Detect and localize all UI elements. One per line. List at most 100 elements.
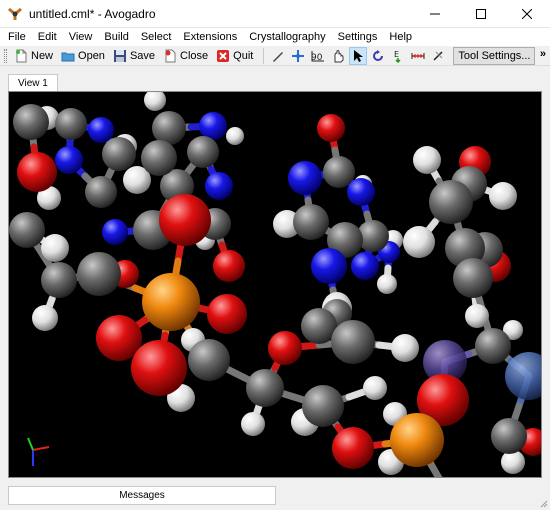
close-button[interactable]: Close (160, 47, 211, 65)
open-button[interactable]: Open (58, 47, 108, 65)
hydrogen-atom[interactable] (501, 450, 525, 474)
carbon-atom[interactable] (55, 108, 87, 140)
close-window-button[interactable] (504, 0, 550, 28)
manipulate-tool-icon (334, 49, 344, 62)
menu-bar: File Edit View Build Select Extensions C… (0, 28, 550, 46)
nitrogen-atom[interactable] (205, 172, 233, 200)
carbon-atom[interactable] (41, 262, 77, 298)
menu-select[interactable]: Select (135, 28, 178, 46)
menu-build[interactable]: Build (98, 28, 134, 46)
carbon-atom[interactable] (102, 137, 136, 171)
nitrogen-atom[interactable] (88, 117, 114, 143)
carbon-atom[interactable] (293, 204, 329, 240)
resize-grip-icon[interactable] (538, 498, 548, 508)
carbon-atom[interactable] (453, 258, 493, 298)
oxygen-atom[interactable] (213, 250, 245, 282)
oxygen-atom[interactable] (317, 114, 345, 142)
close-icon (522, 9, 532, 19)
tool-settings-button[interactable]: Tool Settings... (453, 46, 536, 65)
navigate-tool-button[interactable] (289, 47, 307, 65)
hydrogen-atom[interactable] (377, 274, 397, 294)
carbon-atom[interactable] (246, 369, 284, 407)
hydrogen-atom[interactable] (403, 226, 435, 258)
hydrogen-atom[interactable] (32, 305, 58, 331)
select-tool-button[interactable] (349, 46, 368, 65)
hydrogen-atom[interactable] (489, 182, 517, 210)
manipulate-tool-button[interactable] (329, 47, 347, 65)
measure-tool-icon (411, 52, 425, 59)
carbon-atom[interactable] (77, 252, 121, 296)
hydrogen-atom[interactable] (413, 146, 441, 174)
nitrogen-atom[interactable] (288, 161, 322, 195)
auto-rotate-tool-button[interactable] (369, 47, 387, 65)
nitrogen-atom[interactable] (102, 219, 128, 245)
toolbar-grip[interactable] (4, 48, 7, 63)
quit-button[interactable]: Quit (213, 47, 256, 65)
save-button[interactable]: Save (110, 47, 158, 65)
hydrogen-atom[interactable] (41, 234, 69, 262)
new-file-icon (16, 49, 27, 62)
hydrogen-atom[interactable] (241, 412, 265, 436)
oxygen-atom[interactable] (332, 427, 374, 469)
auto-optimize-tool-button[interactable]: E (389, 47, 407, 65)
align-tool-icon (433, 50, 443, 61)
new-label: New (31, 49, 54, 62)
maximize-icon (476, 9, 486, 19)
molecule-viewport[interactable] (8, 91, 542, 478)
carbon-atom[interactable] (302, 385, 344, 427)
hydrogen-atom[interactable] (465, 304, 489, 328)
nitrogen-atom[interactable] (55, 146, 83, 174)
carbon-atom[interactable] (141, 140, 177, 176)
new-button[interactable]: New (11, 47, 56, 65)
bond-centric-tool-icon: 90 (311, 50, 325, 63)
auto-rotate-tool-icon (373, 49, 384, 61)
carbon-atom[interactable] (331, 320, 375, 364)
molecule-render[interactable] (9, 92, 542, 478)
menu-edit[interactable]: Edit (32, 28, 63, 46)
measure-tool-button[interactable] (409, 47, 427, 65)
maximize-button[interactable] (458, 0, 504, 28)
menu-help[interactable]: Help (383, 28, 418, 46)
title-bar: untitled.cml* - Avogadro (0, 0, 550, 28)
messages-tab[interactable]: Messages (8, 486, 276, 505)
nitrogen-atom[interactable] (199, 112, 227, 140)
hydrogen-atom[interactable] (144, 92, 166, 111)
hydrogen-atom[interactable] (391, 334, 419, 362)
hydrogen-atom[interactable] (363, 376, 387, 400)
draw-tool-button[interactable] (269, 47, 287, 65)
nitrogen-atom[interactable] (351, 252, 379, 280)
oxygen-atom[interactable] (17, 152, 57, 192)
menu-file[interactable]: File (2, 28, 32, 46)
carbon-atom[interactable] (188, 339, 230, 381)
nitrogen-atom[interactable] (311, 248, 347, 284)
carbon-atom[interactable] (13, 104, 49, 140)
oxygen-atom[interactable] (159, 194, 211, 246)
carbon-atom[interactable] (475, 328, 511, 364)
phosphorus-atom[interactable] (390, 413, 444, 467)
quit-icon (217, 49, 230, 62)
align-tool-button[interactable] (429, 47, 447, 65)
oxygen-atom[interactable] (207, 294, 247, 334)
draw-tool-icon (273, 51, 284, 62)
menu-view[interactable]: View (63, 28, 99, 46)
carbon-atom[interactable] (323, 156, 355, 188)
tab-view-1[interactable]: View 1 (8, 74, 58, 92)
toolbar-overflow-button[interactable]: » (540, 48, 546, 60)
carbon-atom[interactable] (85, 176, 117, 208)
menu-crystallography[interactable]: Crystallography (243, 28, 331, 46)
carbon-atom[interactable] (429, 180, 473, 224)
carbon-atom[interactable] (152, 111, 186, 145)
minimize-button[interactable] (412, 0, 458, 28)
menu-extensions[interactable]: Extensions (177, 28, 243, 46)
oxygen-atom[interactable] (268, 331, 302, 365)
hydrogen-atom[interactable] (226, 127, 244, 145)
menu-settings[interactable]: Settings (332, 28, 384, 46)
bond-centric-tool-button[interactable]: 90 (309, 47, 327, 65)
open-folder-icon (61, 52, 75, 61)
phosphorus-atom[interactable] (142, 273, 200, 331)
carbon-atom[interactable] (491, 418, 527, 454)
avogadro-app-icon (8, 7, 22, 20)
oxygen-atom[interactable] (131, 340, 187, 396)
carbon-atom[interactable] (9, 212, 45, 248)
carbon-atom[interactable] (187, 136, 219, 168)
